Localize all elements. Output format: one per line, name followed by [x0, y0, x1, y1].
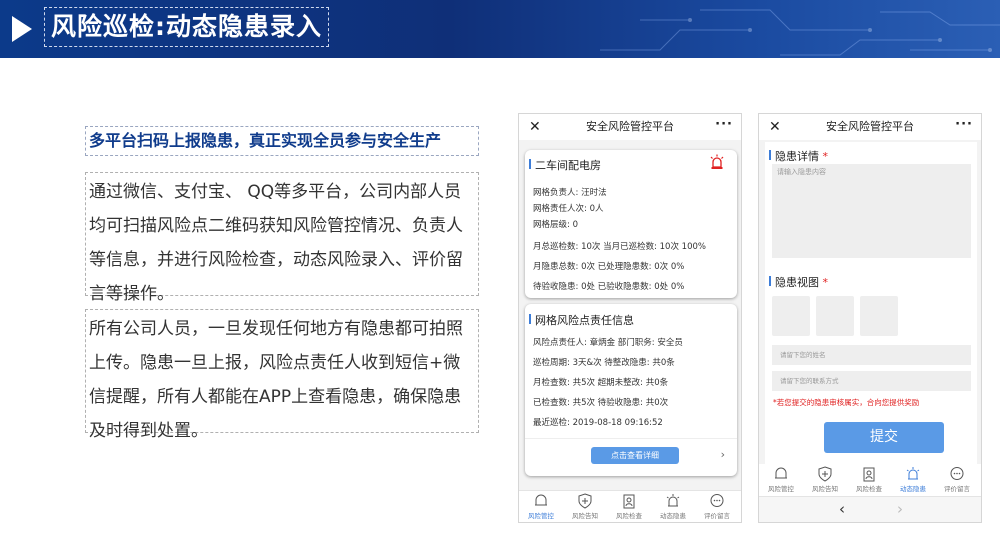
- play-arrow-icon: [12, 16, 32, 42]
- submit-button[interactable]: 提交: [824, 422, 944, 453]
- tab-label: 动态隐患: [900, 485, 926, 493]
- tab-comments[interactable]: 评价留言: [695, 493, 739, 520]
- app-top-bar: ✕ 安全风险管控平台 ···: [759, 114, 981, 140]
- tab-label: 评价留言: [944, 485, 970, 493]
- bell-icon: [775, 467, 787, 479]
- photo-upload-slot[interactable]: [860, 296, 898, 336]
- tab-label: 风险告知: [572, 512, 598, 520]
- alarm-icon: [666, 494, 680, 507]
- bell-icon: [535, 494, 547, 506]
- bottom-tab-bar: 风险管控 风险告知 风险检查 动态隐患 评价留言: [519, 490, 741, 522]
- phone-screen-risk-control: ✕ 安全风险管控平台 ··· 二车间配电房 网格负责人: 汪时法 网格责任人次:…: [518, 113, 742, 523]
- info-row: 月检查数: 共5次 超期未整改: 共0条: [533, 378, 669, 388]
- tab-label: 动态隐患: [660, 512, 686, 520]
- bottom-tab-bar: 风险管控 风险告知 风险检查 动态隐患 评价留言: [759, 464, 981, 496]
- hazard-detail-label: 隐患详情 *: [769, 148, 829, 164]
- tab-dynamic-hazard[interactable]: 动态隐患: [891, 466, 935, 493]
- tab-label: 风险检查: [616, 512, 642, 520]
- grid-info-card: 二车间配电房 网格负责人: 汪时法 网格责任人次: 0人 网格层级: 0 月总巡…: [525, 150, 737, 298]
- tab-label: 风险检查: [856, 485, 882, 493]
- tab-risk-check[interactable]: 风险检查: [607, 493, 651, 520]
- tab-label: 风险管控: [768, 485, 794, 493]
- card-title: 二车间配电房: [529, 159, 601, 172]
- info-row: 网格责任人次: 0人: [533, 204, 604, 214]
- chevron-right-icon[interactable]: ›: [721, 448, 725, 461]
- info-row: 巡检周期: 3天&次 待整改隐患: 共0条: [533, 358, 675, 368]
- header-banner: 风险巡检:动态隐患录入: [0, 0, 1000, 58]
- page-title: 风险巡检:动态隐患录入: [44, 7, 329, 47]
- tab-risk-notice[interactable]: 风险告知: [563, 493, 607, 520]
- app-top-bar: ✕ 安全风险管控平台 ···: [519, 114, 741, 140]
- clipboard-user-icon: [863, 467, 875, 482]
- tab-comments[interactable]: 评价留言: [935, 466, 979, 493]
- circuit-pattern-decoration: [600, 9, 1000, 56]
- info-row: 待验收隐患: 0处 已验收隐患数: 0处 0%: [533, 282, 685, 292]
- close-icon[interactable]: ✕: [769, 114, 781, 140]
- info-row: 最近巡检: 2019-08-18 09:16:52: [533, 418, 663, 428]
- tab-label: 风险告知: [812, 485, 838, 493]
- alarm-icon: [906, 467, 920, 480]
- app-title: 安全风险管控平台: [826, 120, 914, 133]
- responsibility-info-card: 网格风险点责任信息 风险点责任人: 章炳金 部门职务: 安全员 巡检周期: 3天…: [525, 304, 737, 476]
- tab-label: 评价留言: [704, 512, 730, 520]
- divider: [525, 438, 737, 439]
- label-text: 隐患视图: [775, 276, 819, 289]
- forward-arrow-icon[interactable]: ›: [897, 500, 903, 518]
- reward-notice: *若您提交的隐患审核属实，合向您提供奖励: [773, 398, 920, 407]
- info-row: 月总巡检数: 10次 当月已巡检数: 10次 100%: [533, 242, 706, 252]
- section-subheading: 多平台扫码上报隐患，真正实现全员参与安全生产: [85, 126, 479, 156]
- description-paragraph-1: 通过微信、支付宝、 QQ等多平台，公司内部人员均可扫描风险点二维码获知风险管控情…: [85, 172, 479, 304]
- app-title: 安全风险管控平台: [586, 120, 674, 133]
- info-row: 网格负责人: 汪时法: [533, 188, 607, 198]
- more-menu-icon[interactable]: ···: [715, 114, 733, 138]
- info-row: 网格层级: 0: [533, 220, 578, 230]
- tab-risk-notice[interactable]: 风险告知: [803, 466, 847, 493]
- info-row: 风险点责任人: 章炳金 部门职务: 安全员: [533, 338, 683, 348]
- tab-risk-check[interactable]: 风险检查: [847, 466, 891, 493]
- more-menu-icon[interactable]: ···: [955, 114, 973, 138]
- browser-nav-bar: ‹ ›: [759, 496, 981, 522]
- clipboard-user-icon: [623, 494, 635, 509]
- tab-dynamic-hazard[interactable]: 动态隐患: [651, 493, 695, 520]
- chat-icon: [950, 467, 964, 480]
- required-mark: *: [822, 150, 829, 163]
- phone-screen-hazard-report: ✕ 安全风险管控平台 ··· 隐患详情 * 请输入隐患内容 隐患视图 * 请留下…: [758, 113, 982, 523]
- photo-upload-slot[interactable]: [772, 296, 810, 336]
- required-mark: *: [822, 276, 829, 289]
- name-input[interactable]: 请留下您的姓名: [772, 345, 971, 365]
- tab-risk-control[interactable]: 风险管控: [759, 466, 803, 493]
- close-icon[interactable]: ✕: [529, 114, 541, 140]
- card-title: 网格风险点责任信息: [529, 314, 634, 327]
- back-arrow-icon[interactable]: ‹: [839, 500, 845, 518]
- info-row: 已检查数: 共5次 待验收隐患: 共0次: [533, 398, 669, 408]
- hazard-detail-textarea[interactable]: 请输入隐患内容: [772, 164, 971, 258]
- shield-icon: [818, 466, 832, 482]
- view-details-button[interactable]: 点击查看详细: [591, 447, 679, 464]
- label-text: 隐患详情: [775, 150, 819, 163]
- shield-icon: [578, 493, 592, 509]
- description-paragraph-2: 所有公司人员，一旦发现任何地方有隐患都可拍照上传。隐患一旦上报，风险点责任人收到…: [85, 309, 479, 441]
- chat-icon: [710, 494, 724, 507]
- contact-input[interactable]: 请留下您的联系方式: [772, 371, 971, 391]
- tab-risk-control[interactable]: 风险管控: [519, 493, 563, 520]
- info-row: 月隐患总数: 0次 已处理隐患数: 0次 0%: [533, 262, 685, 272]
- hazard-report-form: 隐患详情 * 请输入隐患内容 隐患视图 * 请留下您的姓名 请留下您的联系方式 …: [765, 142, 977, 476]
- hazard-view-label: 隐患视图 *: [769, 274, 829, 290]
- tab-label: 风险管控: [528, 512, 554, 520]
- alarm-siren-icon: [710, 154, 724, 169]
- photo-upload-slot[interactable]: [816, 296, 854, 336]
